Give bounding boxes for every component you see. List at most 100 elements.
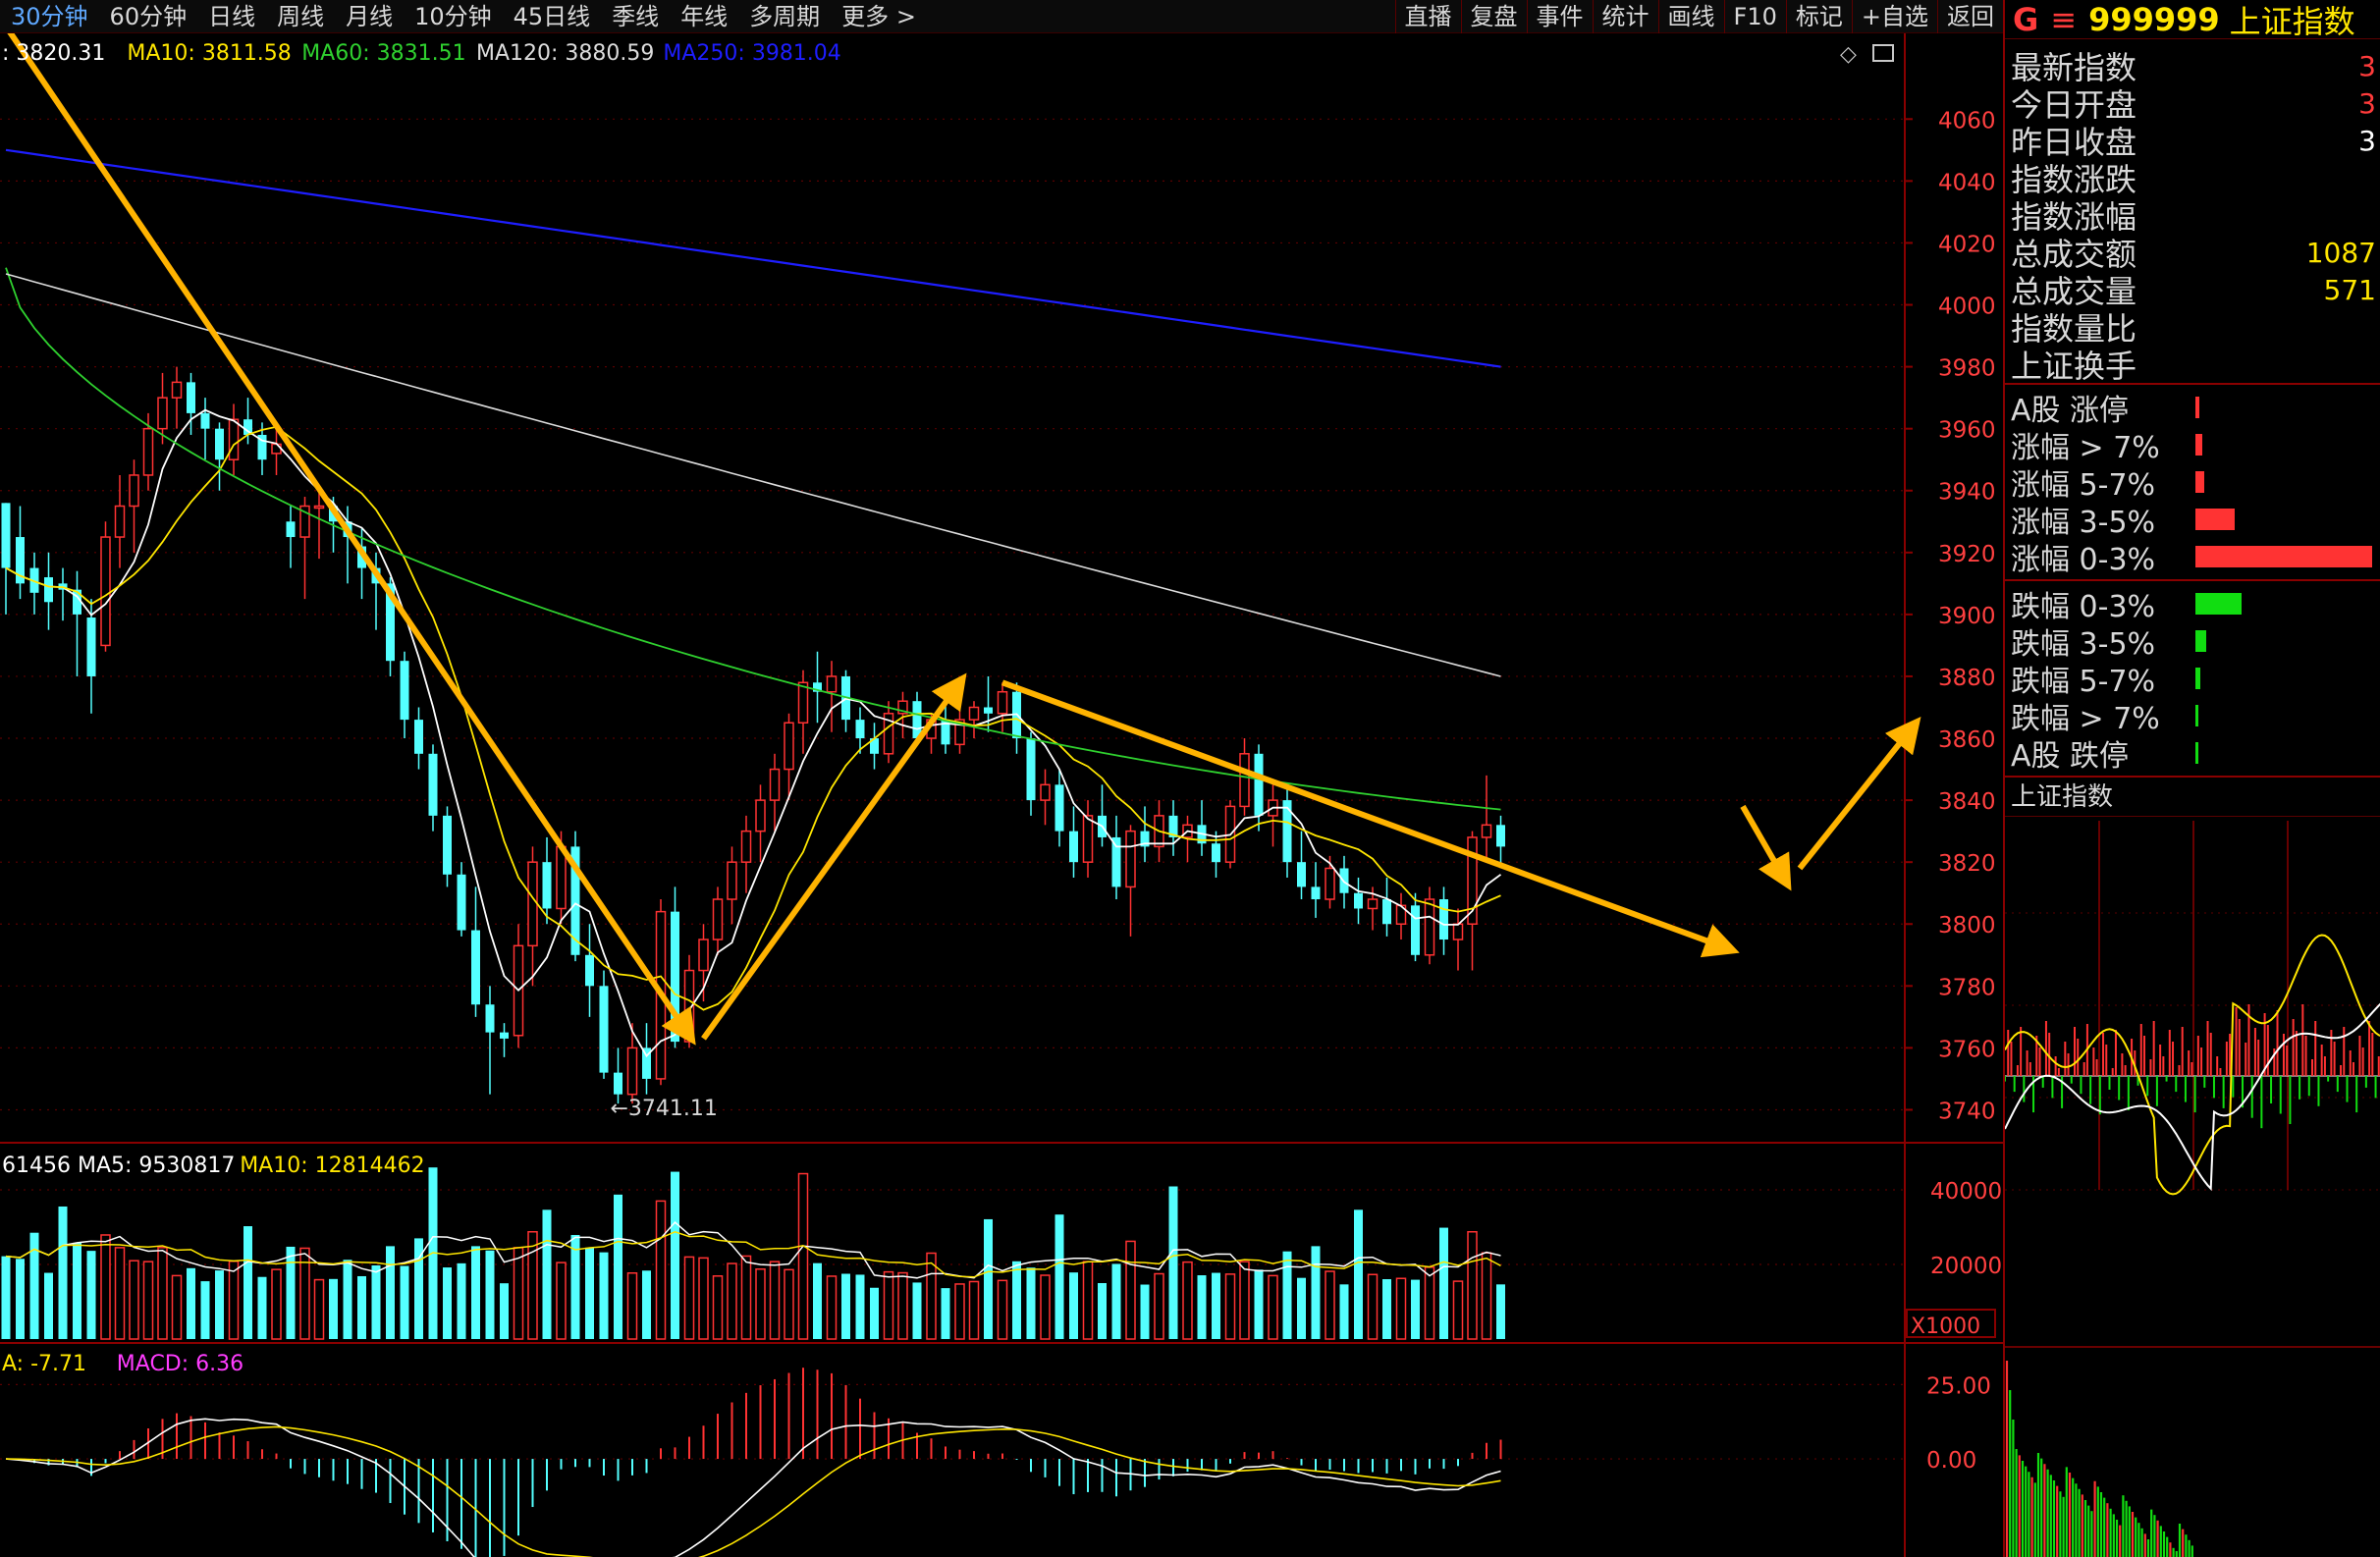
- candle-body: [157, 397, 168, 430]
- macd-tick-label: 25.00: [1926, 1373, 1991, 1399]
- legend-item: A: -7.71: [2, 1352, 86, 1376]
- legend-item: MA60: 3831.51: [301, 41, 465, 66]
- candle-body: [400, 661, 409, 721]
- period-tab[interactable]: 45日线: [503, 0, 602, 33]
- distribution-row: 跌幅 > 7%: [2005, 697, 2380, 736]
- legend-item: 61456: [2, 1154, 71, 1178]
- action-button[interactable]: 画线: [1657, 0, 1724, 33]
- volume-bar: [1325, 1270, 1335, 1340]
- candle-body: [585, 954, 594, 987]
- candle-body: [626, 1047, 638, 1096]
- info-value: 571: [2323, 273, 2376, 306]
- action-button[interactable]: 直播: [1394, 0, 1461, 33]
- volume-bar: [443, 1267, 452, 1339]
- distribution-bar: [2195, 705, 2198, 726]
- quote-info: 最新指数 3 今日开盘 3 昨日收盘 3 指数涨跌 指数涨幅 总成交额 1087 总成交量 571 指数…: [2005, 39, 2380, 385]
- volume-bar: [86, 1251, 96, 1339]
- volume-bar: [513, 1247, 524, 1340]
- candle-body: [1325, 867, 1335, 900]
- volume-legend: 61456 MA5: 9530817 MA10: 12814462: [2, 1154, 425, 1178]
- volume-bar: [485, 1250, 495, 1339]
- period-tab[interactable]: 多周期: [738, 0, 831, 33]
- action-button[interactable]: +自选: [1851, 0, 1937, 33]
- distribution-row: 涨幅 > 7%: [2005, 426, 2380, 465]
- volume-bar: [1098, 1283, 1107, 1339]
- volume-bar: [1140, 1284, 1150, 1339]
- candle-body: [1481, 824, 1492, 838]
- volume-bar: [941, 1288, 950, 1339]
- candle-body: [1069, 831, 1078, 863]
- info-row: 今日开盘 3: [2005, 84, 2380, 124]
- candle-body: [599, 986, 609, 1073]
- y-tick-label: 3800: [1938, 913, 1996, 939]
- volume-bar: [784, 1268, 794, 1340]
- y-tick-label: 3900: [1938, 604, 1996, 629]
- volume-bar: [1055, 1214, 1064, 1339]
- volume-bar: [228, 1261, 240, 1340]
- volume-bar: [599, 1252, 609, 1339]
- macd-legend: A: -7.71 MACD: 6.36: [2, 1352, 243, 1376]
- legend-item: MA10: 12814462: [240, 1154, 424, 1178]
- volume-bar: [343, 1260, 352, 1339]
- intraday-chart[interactable]: [2005, 817, 2380, 1557]
- period-tab[interactable]: 更多 >: [831, 0, 927, 33]
- volume-bar: [642, 1270, 651, 1339]
- period-tab[interactable]: 60分钟: [99, 0, 198, 33]
- legend-item: MACD: 6.36: [117, 1352, 243, 1376]
- volume-bar: [100, 1234, 111, 1340]
- candle-body: [100, 536, 111, 647]
- action-button[interactable]: 标记: [1785, 0, 1852, 33]
- volume-bar: [527, 1231, 538, 1340]
- period-tab[interactable]: 季线: [601, 0, 670, 33]
- period-tab[interactable]: 10分钟: [404, 0, 503, 33]
- volume-bar: [826, 1275, 838, 1340]
- volume-tick-label: 40000: [1930, 1179, 2002, 1205]
- volume-bar: [585, 1247, 594, 1339]
- period-tab[interactable]: 周线: [266, 0, 335, 33]
- volume-bar: [897, 1271, 908, 1340]
- volume-tick-label: 20000: [1930, 1254, 2002, 1279]
- volume-bar: [626, 1271, 638, 1340]
- volume-bar: [215, 1270, 224, 1339]
- y-tick-label: 3820: [1938, 851, 1996, 877]
- volume-bar: [471, 1246, 480, 1339]
- action-button[interactable]: 复盘: [1460, 0, 1527, 33]
- candle-body: [698, 939, 709, 972]
- diamond-icon: ◇: [1840, 42, 1857, 67]
- action-button[interactable]: F10: [1723, 0, 1786, 33]
- legend-item: MA120: 3880.59: [476, 41, 654, 66]
- candle-body: [86, 617, 96, 676]
- volume-bar: [1339, 1284, 1349, 1339]
- legend-item: MA5: 9530817: [78, 1154, 235, 1178]
- period-tab[interactable]: 年线: [670, 0, 738, 33]
- kline-chart[interactable]: 4060 4040 4020 4000 3980 3960 3940 3920 3900 3880…: [0, 33, 2003, 1557]
- volume-bar: [1424, 1266, 1435, 1340]
- info-row: 指数涨幅: [2005, 196, 2380, 236]
- action-buttons: 直播 复盘 事件 统计 画线 F10 标记 +自选 返回: [1394, 0, 2003, 33]
- candle-body: [313, 505, 325, 510]
- candle-body: [114, 505, 126, 538]
- menu-icon[interactable]: ≡: [2050, 1, 2077, 38]
- stock-name: 上证指数: [2229, 2, 2355, 40]
- period-tab[interactable]: 月线: [335, 0, 404, 33]
- candle-body: [769, 768, 781, 801]
- volume-bar: [1212, 1272, 1220, 1339]
- distribution-bar: [2195, 742, 2198, 764]
- action-button[interactable]: 统计: [1592, 0, 1658, 33]
- volume-bar: [400, 1265, 409, 1339]
- distribution-bar: [2195, 471, 2204, 493]
- candle-body: [1424, 898, 1435, 956]
- period-tab[interactable]: 日线: [197, 0, 266, 33]
- candle-body: [755, 799, 766, 832]
- action-button[interactable]: 返回: [1937, 0, 2003, 33]
- g-label[interactable]: G: [2013, 1, 2038, 38]
- candle-body: [1040, 783, 1051, 801]
- period-tab[interactable]: 30分钟: [0, 0, 99, 33]
- volume-bar: [870, 1287, 879, 1339]
- volume-bar: [1254, 1269, 1264, 1339]
- volume-bar: [1481, 1252, 1492, 1340]
- volume-bar: [1224, 1273, 1236, 1340]
- macd-tick-label: 0.00: [1926, 1448, 1976, 1474]
- action-button[interactable]: 事件: [1526, 0, 1593, 33]
- ma5-line: [5, 408, 1502, 1058]
